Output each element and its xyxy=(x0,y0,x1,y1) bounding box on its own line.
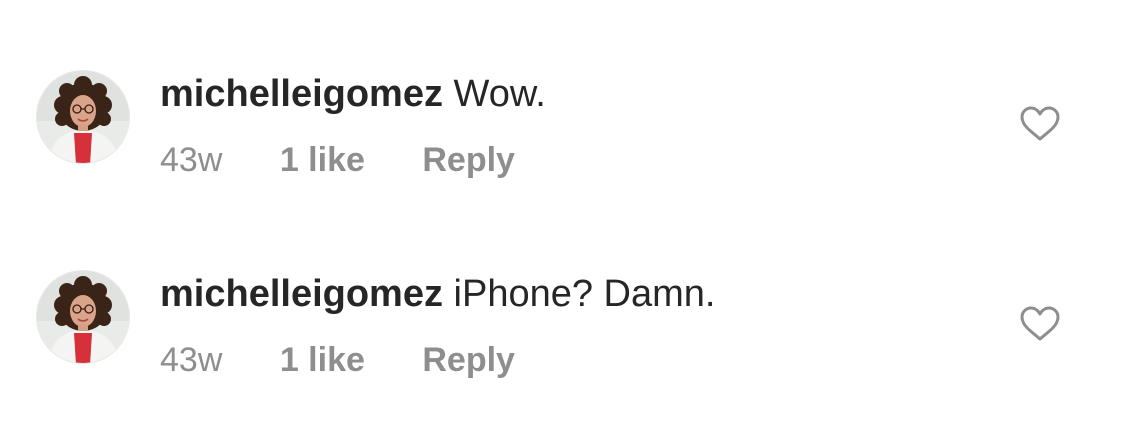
avatar-photo xyxy=(37,71,129,163)
heart-icon[interactable] xyxy=(1020,106,1060,142)
comment-username[interactable]: michelleigomez xyxy=(160,273,443,315)
comment-meta: 43w 1 like Reply xyxy=(160,140,515,180)
comment-like-count[interactable]: 1 like xyxy=(280,140,365,180)
comment-text-line: michelleigomez Wow. xyxy=(160,72,546,116)
comment-timestamp: 43w xyxy=(160,141,223,179)
comment-item: michelleigomez Wow. 43w 1 like Reply xyxy=(0,62,1125,232)
comment-username[interactable]: michelleigomez xyxy=(160,73,443,115)
avatar[interactable] xyxy=(36,270,130,364)
comment-timestamp: 43w xyxy=(160,341,223,379)
reply-button[interactable]: Reply xyxy=(422,340,515,380)
comment-body: Wow. xyxy=(453,73,546,115)
avatar-photo xyxy=(37,271,129,363)
reply-button[interactable]: Reply xyxy=(422,140,515,180)
comment-body: iPhone? Damn. xyxy=(453,273,716,315)
comment-like-count[interactable]: 1 like xyxy=(280,340,365,380)
comment-text-line: michelleigomez iPhone? Damn. xyxy=(160,272,715,316)
comment-meta: 43w 1 like Reply xyxy=(160,340,515,380)
avatar[interactable] xyxy=(36,70,130,164)
comment-item: michelleigomez iPhone? Damn. 43w 1 like … xyxy=(0,262,1125,432)
heart-icon[interactable] xyxy=(1020,306,1060,342)
